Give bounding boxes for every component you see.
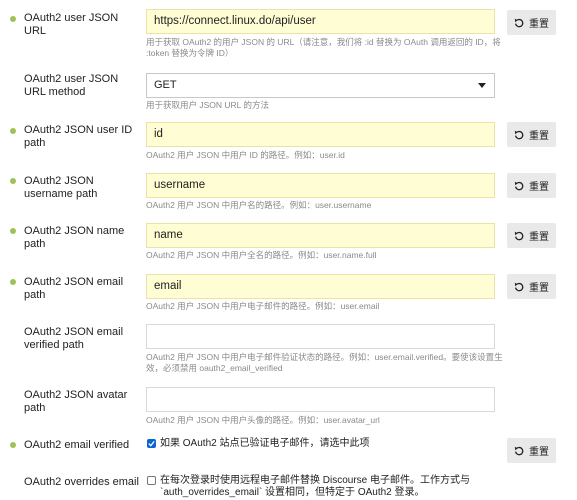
modified-indicator <box>10 178 16 184</box>
reset-button[interactable]: 重置 <box>507 438 556 463</box>
overrides-email-checkbox[interactable] <box>147 476 156 485</box>
reset-label: 重置 <box>529 283 549 294</box>
caret-down-icon <box>478 83 486 88</box>
email-verified-checkbox[interactable] <box>147 439 156 448</box>
check-icon <box>148 440 155 447</box>
modified-indicator <box>10 228 16 234</box>
modified-indicator <box>10 279 16 285</box>
undo-icon <box>514 130 524 139</box>
json-email-verified-path-input[interactable] <box>146 324 495 349</box>
setting-label: OAuth2 user JSON URL method <box>24 73 119 98</box>
undo-icon <box>514 231 524 240</box>
modified-indicator <box>10 442 16 448</box>
reset-button[interactable]: 重置 <box>507 274 556 299</box>
json-user-id-path-input[interactable]: id <box>146 122 495 147</box>
undo-icon <box>514 282 524 291</box>
reset-button[interactable]: 重置 <box>507 223 556 248</box>
json-avatar-path-input[interactable] <box>146 387 495 412</box>
modified-indicator <box>10 16 16 22</box>
json-name-path-input[interactable]: name <box>146 223 495 248</box>
setting-description: OAuth2 用户 JSON 中用户头像的路径。例如：user.avatar_u… <box>146 415 380 425</box>
checkbox-label: 如果 OAuth2 站点已验证电子邮件，请选中此项 <box>160 438 370 449</box>
reset-label: 重置 <box>529 19 549 30</box>
setting-description: OAuth2 用户 JSON 中用户 ID 的路径。例如：user.id <box>146 150 345 160</box>
setting-description: OAuth2 用户 JSON 中用户电子邮件验证状态的路径。例如：user.em… <box>146 352 503 373</box>
user-json-url-input[interactable]: https://connect.linux.do/api/user <box>146 9 495 34</box>
setting-label: OAuth2 JSON email path <box>24 276 124 301</box>
setting-label: OAuth2 JSON username path <box>24 175 98 200</box>
reset-label: 重置 <box>529 182 549 193</box>
modified-indicator <box>10 128 16 134</box>
json-email-path-input[interactable]: email <box>146 274 495 299</box>
setting-description: 用于获取 OAuth2 的用户 JSON 的 URL（请注意，我们将 :id 替… <box>146 37 501 58</box>
setting-label: OAuth2 email verified <box>24 439 130 451</box>
reset-button[interactable]: 重置 <box>507 122 556 147</box>
reset-label: 重置 <box>529 447 549 458</box>
json-username-path-input[interactable]: username <box>146 173 495 198</box>
undo-icon <box>514 181 524 190</box>
setting-description: OAuth2 用户 JSON 中用户电子邮件的路径。例如：user.email <box>146 301 380 311</box>
setting-label: OAuth2 JSON avatar path <box>24 389 128 414</box>
setting-description: OAuth2 用户 JSON 中用户全名的路径。例如：user.name.ful… <box>146 250 377 260</box>
reset-button[interactable]: 重置 <box>507 10 556 35</box>
method-select[interactable]: GET <box>146 73 495 98</box>
method-select-value: GET <box>154 79 177 91</box>
setting-description: 用于获取用户 JSON URL 的方法 <box>146 100 269 110</box>
reset-label: 重置 <box>529 232 549 243</box>
setting-label: OAuth2 user JSON URL <box>24 12 119 37</box>
setting-label: OAuth2 JSON email verified path <box>24 326 124 351</box>
setting-label: OAuth2 JSON name path <box>24 225 125 250</box>
undo-icon <box>514 18 524 27</box>
undo-icon <box>514 446 524 455</box>
setting-description: OAuth2 用户 JSON 中用户名的路径。例如：user.username <box>146 200 372 210</box>
checkbox-label: 在每次登录时使用远程电子邮件替换 Discourse 电子邮件。工作方式与 `a… <box>160 475 471 498</box>
setting-label: OAuth2 JSON user ID path <box>24 124 133 149</box>
reset-label: 重置 <box>529 131 549 142</box>
reset-button[interactable]: 重置 <box>507 173 556 198</box>
setting-label: OAuth2 overrides email <box>24 476 139 488</box>
